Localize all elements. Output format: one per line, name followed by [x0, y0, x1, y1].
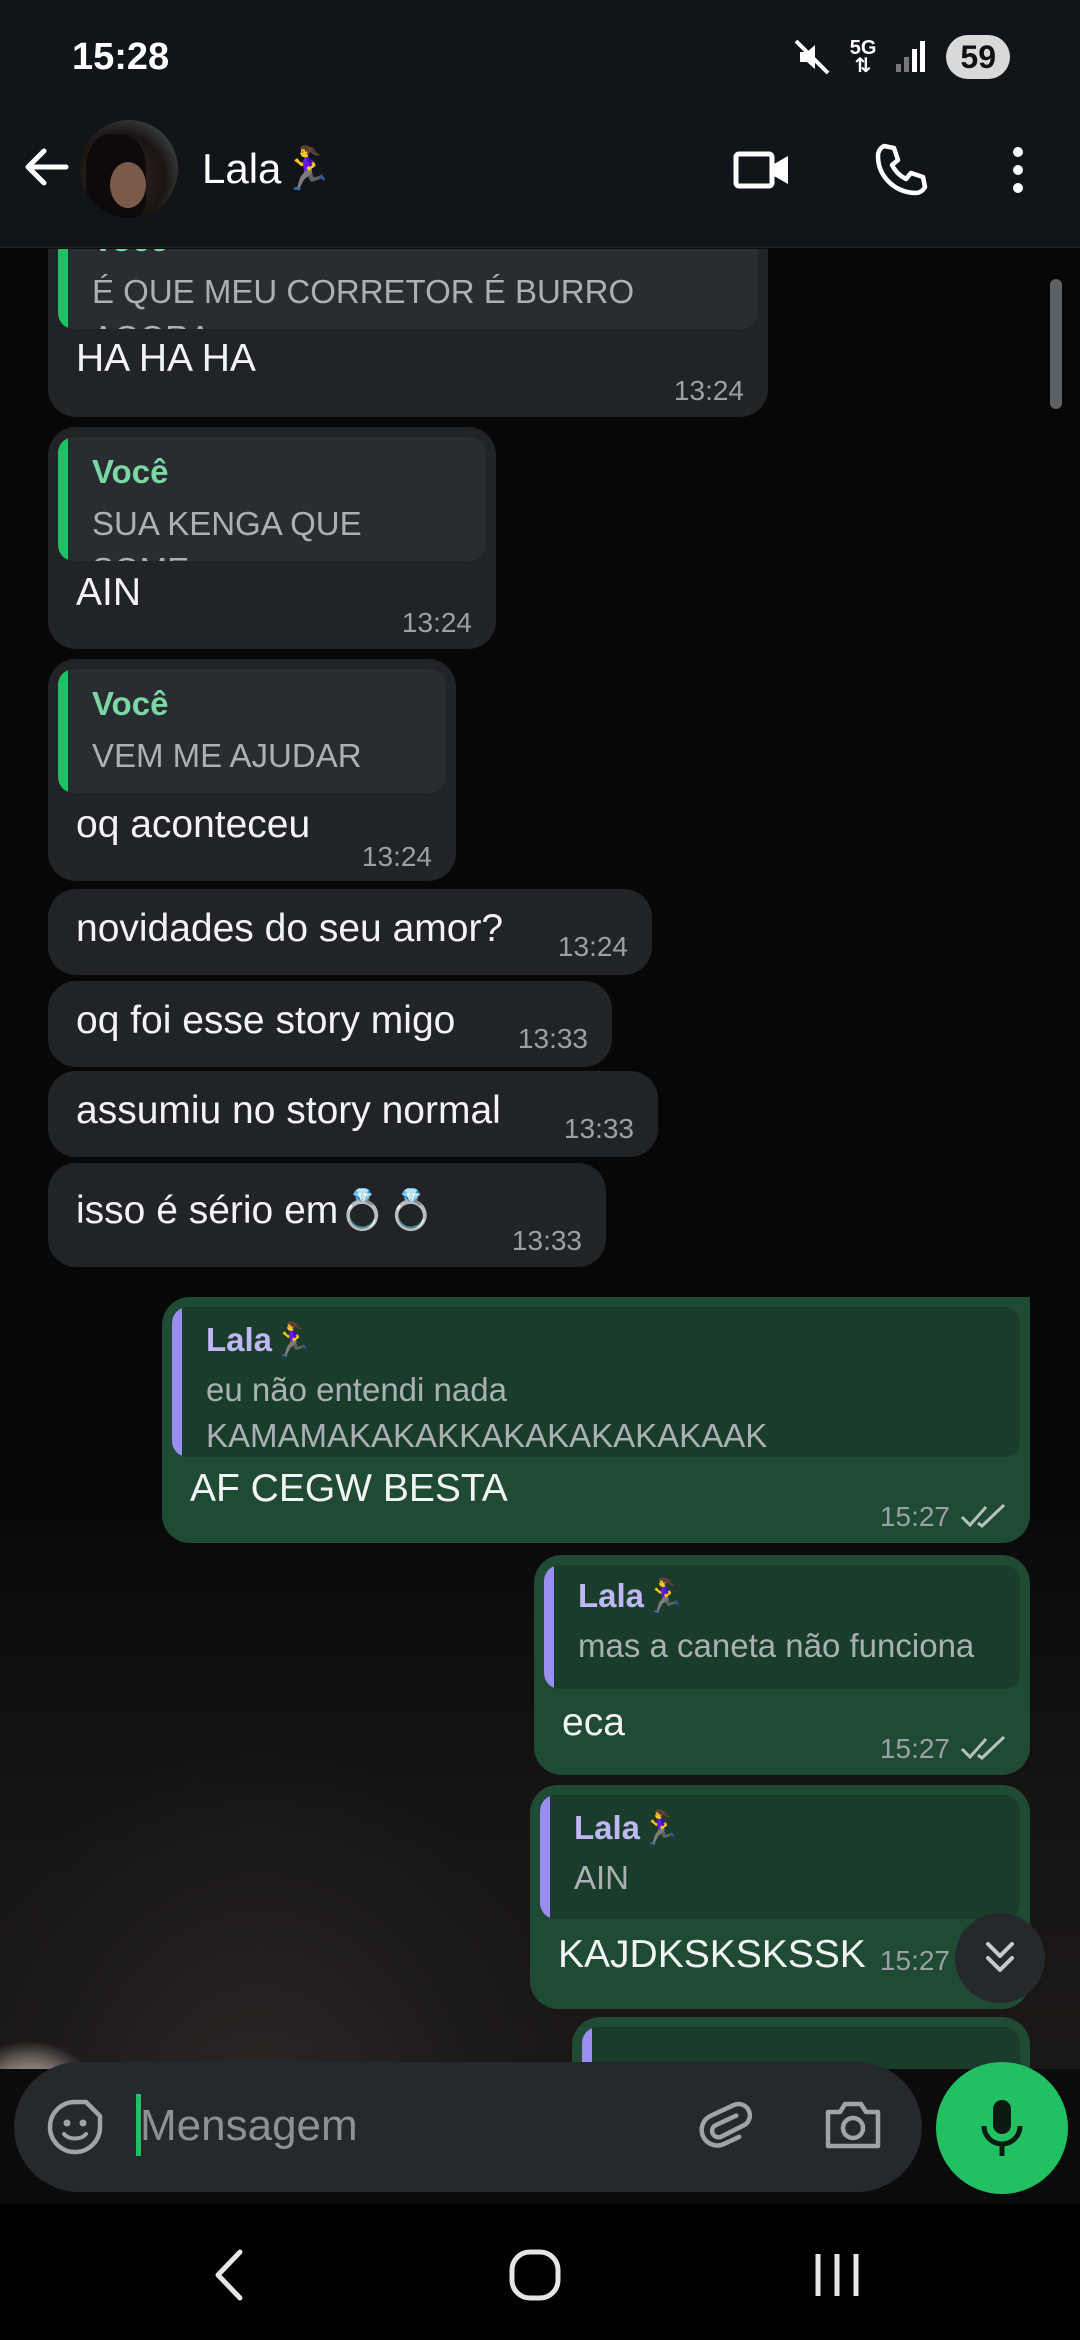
message-text: eca: [562, 1701, 625, 1744]
quoted-message[interactable]: Você É QUE MEU CORRETOR É BURRO AGORA: [58, 249, 758, 329]
chat-area[interactable]: Você É QUE MEU CORRETOR É BURRO AGORA HA…: [0, 249, 1080, 2069]
quote-text: VEM ME AJUDAR: [92, 737, 362, 774]
message-time: 15:27: [879, 1733, 950, 1764]
quote-author: Você: [92, 249, 168, 259]
read-receipt-icon: [960, 1503, 1006, 1528]
nav-recents-icon[interactable]: [802, 2240, 872, 2310]
quote-author: Você: [92, 685, 169, 722]
message-input[interactable]: [140, 2078, 660, 2174]
scrollbar-thumb[interactable]: [1050, 279, 1062, 409]
message-text: novidades do seu amor?: [76, 907, 504, 950]
quoted-message[interactable]: Lala🏃‍♀️ AIN: [540, 1795, 1020, 1919]
battery-badge: 59: [946, 35, 1010, 79]
message-time: 13:33: [511, 1225, 582, 1256]
quote-bar: [58, 249, 68, 329]
message-text: KAJDKSKSKSSK: [558, 1933, 866, 1976]
quote-bar: [58, 669, 68, 793]
message-time: 13:24: [361, 841, 432, 872]
quote-author: Lala🏃‍♀️: [206, 1321, 314, 1358]
microphone-button[interactable]: [936, 2062, 1068, 2194]
quote-bar: [544, 1565, 554, 1689]
message-text: AIN: [76, 571, 142, 614]
message-bubble[interactable]: Você É QUE MEU CORRETOR É BURRO AGORA HA…: [48, 249, 768, 417]
quoted-message[interactable]: Lala🏃‍♀️ mas a caneta não funciona: [544, 1565, 1020, 1689]
video-call-icon[interactable]: [732, 140, 792, 200]
microphone-icon: [981, 2100, 1023, 2156]
signal-icon: [894, 40, 928, 74]
more-options-icon[interactable]: [1000, 140, 1060, 200]
contact-name[interactable]: Lala🏃‍♀️: [202, 145, 334, 194]
message-bubble[interactable]: Você VEM ME AJUDAR oq aconteceu 13:24: [48, 659, 456, 881]
quote-author: Você: [92, 453, 169, 490]
quote-text: É QUE MEU CORRETOR É BURRO AGORA: [92, 273, 635, 329]
quoted-message[interactable]: Lala🏃‍♀️ eu não entendi nada KAMAMAKAKAK…: [172, 1307, 1020, 1457]
message-text: oq foi esse story migo: [76, 999, 456, 1042]
quote-bar: [58, 437, 68, 561]
message-time: 15:27: [879, 1501, 950, 1532]
camera-icon[interactable]: [822, 2096, 884, 2154]
network-label: 5G: [849, 37, 877, 59]
message-time: 13:24: [401, 607, 472, 638]
message-bubble[interactable]: assumiu no story normal 13:33: [48, 1071, 658, 1157]
message-bubble[interactable]: Você SUA KENGA QUE SOME AIN 13:24: [48, 427, 496, 649]
quoted-message[interactable]: Você SUA KENGA QUE SOME: [58, 437, 486, 561]
quote-author: Lala🏃‍♀️: [574, 1809, 682, 1846]
message-bubble[interactable]: Lala🏃‍♀️ mas a caneta não funciona eca 1…: [534, 1555, 1030, 1775]
sticker-icon[interactable]: [44, 2096, 106, 2158]
quote-text: AIN: [574, 1859, 630, 1896]
quote-text: SUA KENGA QUE SOME: [92, 505, 362, 561]
status-time: 15:28: [72, 36, 170, 78]
message-text: HA HA HA: [76, 337, 256, 380]
message-time: 13:24: [557, 931, 628, 962]
back-arrow-icon[interactable]: [20, 140, 74, 194]
quote-text: eu não entendi nada KAMAMAKAKAKKAKAKAKAK…: [206, 1371, 768, 1454]
quoted-message[interactable]: Você VEM ME AJUDAR: [58, 669, 446, 793]
network-icon: 5G ⇅: [849, 37, 877, 77]
quote-author: Lala🏃‍♀️: [578, 1577, 686, 1614]
quote-text: mas a caneta não funciona: [578, 1627, 975, 1664]
nav-home-icon[interactable]: [500, 2240, 570, 2310]
message-bubble[interactable]: oq foi esse story migo 13:33: [48, 981, 612, 1067]
mute-icon: [792, 37, 832, 77]
message-time: 13:24: [673, 375, 744, 406]
message-time: 13:33: [563, 1113, 634, 1144]
message-text: AF CEGW BESTA: [190, 1467, 508, 1510]
message-text: isso é sério em💍💍: [76, 1189, 436, 1232]
message-bubble[interactable]: Lala🏃‍♀️ AIN KAJDKSKSKSSK 15:27: [530, 1785, 1030, 2009]
status-bar: 15:28 5G ⇅ 59: [0, 0, 1080, 120]
quote-bar: [172, 1307, 182, 1457]
message-bubble[interactable]: Lala🏃‍♀️ eu não entendi nada KAMAMAKAKAK…: [162, 1297, 1030, 1543]
nav-back-icon[interactable]: [196, 2240, 266, 2310]
message-time: 13:33: [517, 1023, 588, 1054]
message-time: 15:27: [879, 1945, 950, 1976]
avatar[interactable]: [80, 120, 178, 218]
read-receipt-icon: [960, 1735, 1006, 1760]
message-bubble[interactable]: novidades do seu amor? 13:24: [48, 889, 652, 975]
message-text: oq aconteceu: [76, 803, 311, 846]
scroll-to-bottom-button[interactable]: [955, 1913, 1045, 2003]
attach-icon[interactable]: [696, 2094, 752, 2158]
chevron-double-down-icon: [986, 1942, 1014, 1972]
quote-bar: [540, 1795, 550, 1919]
message-text: assumiu no story normal: [76, 1089, 501, 1132]
avatar-face: [110, 162, 146, 208]
voice-call-icon[interactable]: [870, 140, 930, 200]
status-icons: 5G ⇅ 59: [792, 34, 1010, 80]
message-bubble[interactable]: isso é sério em💍💍 13:33: [48, 1163, 606, 1267]
